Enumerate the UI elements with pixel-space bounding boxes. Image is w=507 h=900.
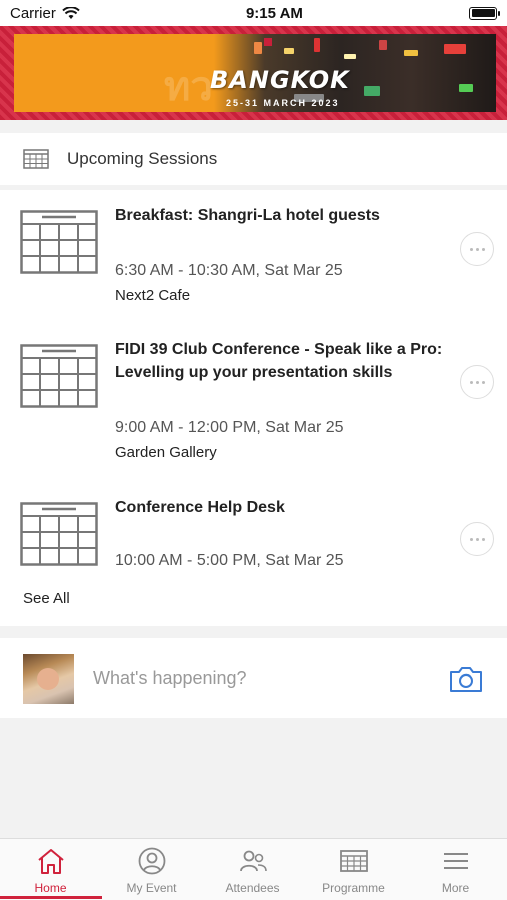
session-time: 9:00 AM - 12:00 PM, Sat Mar 25 [115,419,344,436]
session-more-button[interactable] [460,232,494,266]
session-title: FIDI 39 Club Conference - Speak like a P… [115,341,443,381]
calendar-icon [20,502,98,566]
session-venue: Garden Gallery [115,444,217,461]
sessions-list: Breakfast: Shangri-La hotel guests 6:30 … [0,190,507,626]
people-icon [240,850,267,872]
user-circle-icon [138,847,166,875]
session-item[interactable]: Breakfast: Shangri-La hotel guests 6:30 … [0,190,507,325]
session-time: 6:30 AM - 10:30 AM, Sat Mar 25 [115,262,343,279]
tab-label: Attendees [225,881,280,895]
session-more-button[interactable] [460,522,494,556]
status-time: 9:15 AM [245,4,303,22]
avatar [23,654,74,704]
menu-icon [444,853,468,869]
banner-dates: 25-31 MARCH 2023 [226,98,340,108]
carrier-info: Carrier [10,5,80,22]
calendar-icon [20,210,98,274]
tab-label: Home [34,881,67,895]
tab-attendees[interactable]: Attendees [202,839,303,900]
tab-my-event[interactable]: My Event [101,839,202,900]
section-title: Upcoming Sessions [67,149,218,168]
post-composer[interactable]: What's happening? [0,638,507,718]
session-item[interactable]: Conference Help Desk 10:00 AM - 5:00 PM,… [0,485,507,585]
home-icon [38,849,64,874]
tab-home[interactable]: Home [0,839,102,900]
tab-label: My Event [126,881,177,895]
session-item[interactable]: FIDI 39 Club Conference - Speak like a P… [0,325,507,485]
upcoming-sessions-header: Upcoming Sessions [0,133,507,185]
wifi-icon [62,6,80,19]
calendar-icon [20,344,98,408]
tab-label: More [441,881,470,895]
banner-title: BANGKOK [210,66,350,94]
event-banner[interactable]: ทว BANGKOK 25-31 MARCH 2023 [0,26,507,120]
banner-logo [264,38,272,46]
session-time: 10:00 AM - 5:00 PM, Sat Mar 25 [115,552,344,569]
banner-image: ทว BANGKOK 25-31 MARCH 2023 [14,34,496,112]
session-title: Breakfast: Shangri-La hotel guests [115,207,380,224]
tab-bar: Home My Event Attendees Programme More [0,838,507,900]
see-all-link[interactable]: See All [23,590,70,607]
tab-more[interactable]: More [405,839,506,900]
session-more-button[interactable] [460,365,494,399]
tab-programme[interactable]: Programme [303,839,404,900]
camera-icon[interactable] [448,664,484,694]
session-venue: Next2 Cafe [115,287,191,304]
session-title: Conference Help Desk [115,499,285,516]
battery-icon [469,6,500,20]
tab-label: Programme [322,881,385,895]
calendar-icon [340,850,368,872]
calendar-icon [23,149,49,169]
carrier-label: Carrier [10,4,56,22]
post-input[interactable]: What's happening? [93,668,247,689]
status-bar: Carrier 9:15 AM [0,0,507,26]
banner-decoration: ทว [164,65,213,109]
